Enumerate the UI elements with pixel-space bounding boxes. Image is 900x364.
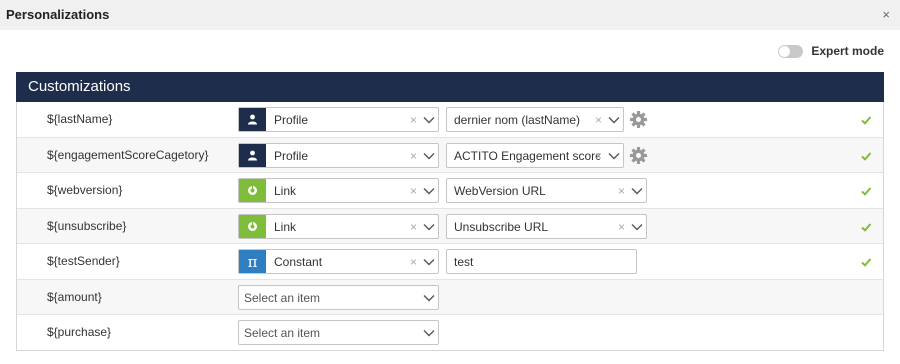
type-select-value: Constant (274, 255, 323, 269)
customization-row: ${unsubscribe} Link × Unsubscribe URL × (17, 208, 883, 244)
clear-icon[interactable]: × (410, 113, 417, 127)
variable-label: ${engagementScoreCagetory} (47, 147, 209, 162)
clear-icon[interactable]: × (410, 220, 417, 234)
expert-mode-toggle[interactable] (778, 44, 804, 58)
expert-mode: Expert mode (778, 42, 884, 60)
customization-row: ${engagementScoreCagetory} Profile × ACT… (17, 137, 883, 173)
value-select-value: WebVersion URL (454, 184, 546, 198)
variable-label: ${lastName} (47, 112, 113, 126)
check-icon (861, 258, 872, 267)
type-select[interactable]: Link × (238, 178, 439, 203)
type-select-placeholder: Select an item (244, 326, 321, 340)
clear-icon[interactable]: × (595, 149, 602, 163)
value-select-value: ACTITO Engagement score (454, 148, 600, 163)
variable-label: ${amount} (47, 289, 102, 304)
check-icon (861, 222, 872, 232)
chevron-down-icon[interactable] (631, 187, 643, 195)
type-select[interactable]: Link × (238, 213, 439, 239)
chevron-down-icon[interactable] (423, 329, 435, 337)
value-select[interactable]: Unsubscribe URL × (446, 213, 647, 239)
type-select[interactable]: Select an item (238, 320, 439, 345)
chevron-down-icon[interactable] (608, 152, 620, 160)
clear-icon[interactable]: × (410, 184, 417, 198)
variable-label: ${unsubscribe} (47, 218, 127, 233)
toggle-knob (779, 45, 791, 57)
chevron-down-icon[interactable] (423, 294, 435, 302)
pi-icon: π (239, 250, 266, 273)
close-button[interactable]: × (882, 8, 890, 22)
type-select-value: Profile (274, 148, 309, 163)
value-select[interactable]: ACTITO Engagement score × (446, 142, 624, 168)
clear-icon[interactable]: × (595, 113, 602, 127)
person-icon (239, 143, 266, 167)
chevron-down-icon[interactable] (608, 116, 620, 124)
type-select[interactable]: Profile × (238, 142, 439, 168)
type-select-value: Profile (274, 113, 309, 127)
variable-label: ${purchase} (47, 325, 112, 339)
gear-icon[interactable] (629, 146, 648, 165)
dialog-header: Personalizations × (0, 0, 900, 30)
clear-icon[interactable]: × (618, 220, 625, 234)
value-select[interactable]: WebVersion URL × (446, 178, 647, 203)
type-select-placeholder: Select an item (244, 290, 321, 305)
clear-icon[interactable]: × (410, 255, 417, 269)
panel-title: Customizations (16, 72, 884, 102)
chevron-down-icon[interactable] (423, 223, 435, 231)
check-icon (861, 116, 872, 125)
type-select[interactable]: Select an item (238, 284, 439, 310)
clear-icon[interactable]: × (410, 149, 417, 163)
customization-row: ${lastName} Profile × dernier nom (lastN… (17, 102, 883, 138)
type-select[interactable]: Profile × (238, 107, 439, 132)
constant-value-input[interactable] (446, 249, 637, 274)
customization-row: ${webversion} Link × WebVersion URL × (17, 173, 883, 209)
gear-icon[interactable] (629, 110, 648, 129)
check-icon (861, 151, 872, 161)
chevron-down-icon[interactable] (423, 116, 435, 124)
chevron-down-icon[interactable] (423, 152, 435, 160)
value-select-value: Unsubscribe URL (454, 219, 549, 234)
variable-label: ${webversion} (47, 183, 123, 197)
type-select-value: Link (274, 219, 297, 234)
link-icon (239, 214, 266, 238)
type-select[interactable]: π Constant × (238, 249, 439, 274)
customization-row: ${testSender} π Constant × (17, 244, 883, 280)
customization-row: ${purchase} Select an item (17, 315, 883, 351)
variable-label: ${testSender} (47, 254, 120, 268)
person-icon (239, 108, 266, 131)
chevron-down-icon[interactable] (423, 187, 435, 195)
chevron-down-icon[interactable] (631, 223, 643, 231)
clear-icon[interactable]: × (618, 184, 625, 198)
value-select[interactable]: dernier nom (lastName) × (446, 107, 624, 132)
link-icon (239, 179, 266, 202)
customization-row: ${amount} Select an item (17, 279, 883, 315)
value-select-value: dernier nom (lastName) (454, 113, 581, 127)
chevron-down-icon[interactable] (423, 258, 435, 266)
dialog-title: Personalizations (6, 7, 110, 22)
check-icon (861, 187, 872, 196)
expert-mode-label: Expert mode (811, 44, 884, 58)
customizations-panel: Customizations ${lastName} Profile × der… (16, 72, 884, 351)
type-select-value: Link (274, 184, 297, 198)
